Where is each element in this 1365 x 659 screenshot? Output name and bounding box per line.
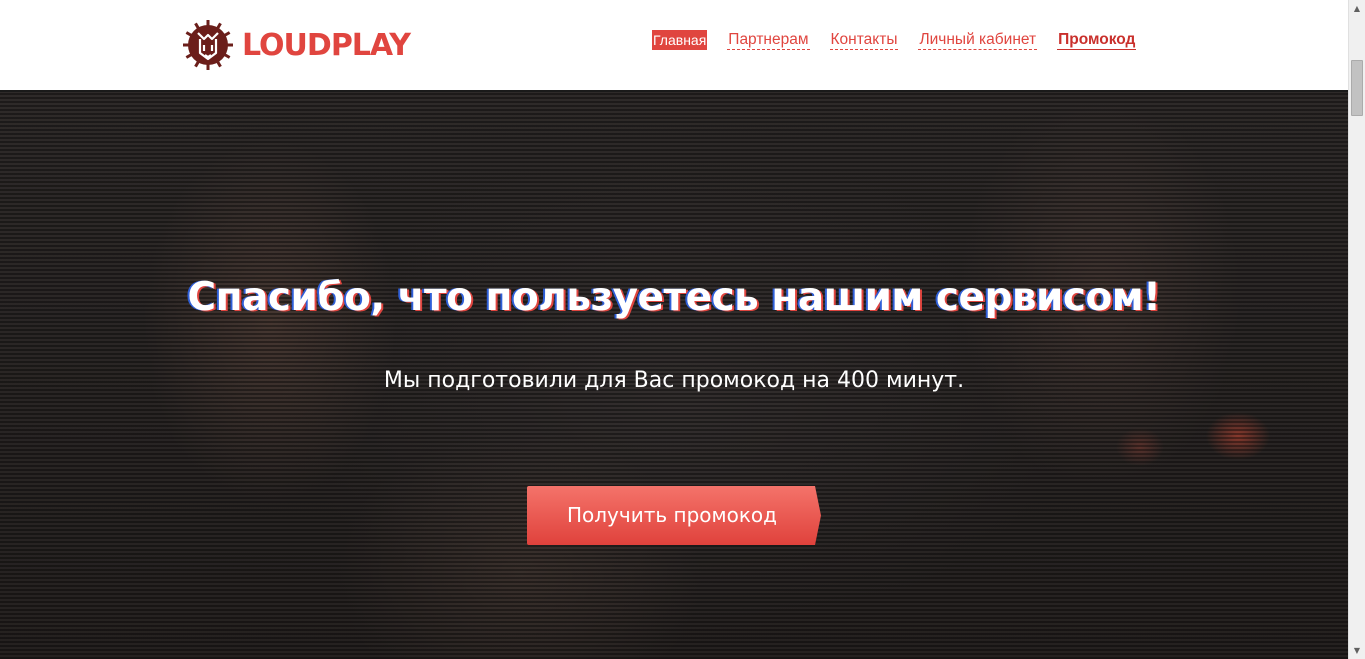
nav-contacts[interactable]: Контакты [829, 31, 899, 50]
site-header: LOUDPLAY Главная Партнерам Контакты Личн… [0, 0, 1348, 92]
scroll-up-icon[interactable]: ▲ [1349, 0, 1365, 17]
hero-section: Спасибо, что пользуетесь нашим сервисом!… [0, 92, 1348, 659]
lion-icon [183, 20, 233, 70]
get-promocode-label: Получить промокод [567, 503, 777, 527]
hero-subtitle: Мы подготовили для Вас промокод на 400 м… [383, 368, 965, 393]
vertical-scrollbar[interactable]: ▲ ▼ [1348, 0, 1365, 659]
main-nav: Главная Партнерам Контакты Личный кабине… [652, 30, 1137, 50]
scroll-down-icon[interactable]: ▼ [1349, 642, 1365, 659]
hero-title: Спасибо, что пользуетесь нашим сервисом! [187, 275, 1161, 320]
logo[interactable]: LOUDPLAY [182, 18, 411, 72]
logo-text: LOUDPLAY [242, 27, 411, 63]
nav-partners[interactable]: Партнерам [727, 31, 810, 50]
page: LOUDPLAY Главная Партнерам Контакты Личн… [0, 0, 1365, 659]
nav-account[interactable]: Личный кабинет [918, 31, 1038, 50]
nav-promocode[interactable]: Промокод [1057, 31, 1137, 50]
nav-home[interactable]: Главная [652, 30, 708, 50]
get-promocode-button[interactable]: Получить промокод [527, 486, 821, 545]
scroll-thumb[interactable] [1351, 60, 1363, 116]
